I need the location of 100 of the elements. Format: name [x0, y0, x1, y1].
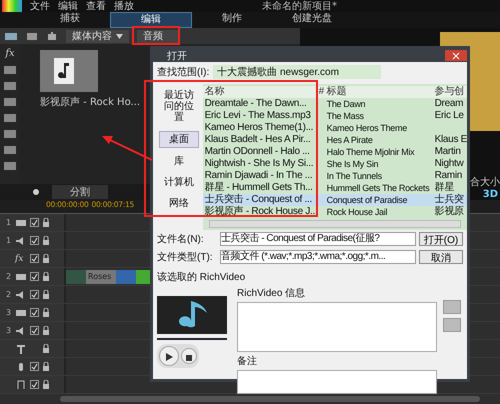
lock-icon[interactable] [42, 290, 50, 300]
notes-field[interactable] [237, 370, 437, 394]
3d-button[interactable]: 3D [482, 189, 500, 200]
file-row[interactable]: Dreamtale - The Dawn... The Dawn Dream [202, 98, 467, 110]
play-button[interactable] [159, 346, 179, 366]
track-number: 3 [6, 308, 12, 317]
mode-tab[interactable]: 捕获 [30, 12, 110, 28]
video-track-icon [15, 308, 27, 318]
play-icon[interactable] [165, 352, 173, 360]
video-clip[interactable]: Roses [66, 270, 116, 284]
lock-icon[interactable] [42, 218, 50, 228]
menu-item[interactable]: 文件 [30, 0, 50, 13]
category-dropdown[interactable]: 音频 [137, 30, 179, 42]
notes-label: 备注 [237, 354, 258, 368]
preview-label: 该选取的 RichVideo [156, 270, 246, 284]
track-checkbox[interactable] [30, 308, 39, 317]
track-checkbox[interactable] [30, 380, 39, 389]
look-in-label: 查找范围(I): [157, 66, 210, 79]
film-icon[interactable] [4, 31, 18, 41]
place-item[interactable]: 桌面 [159, 131, 199, 148]
file-row[interactable]: 士兵突击 - Conquest of ... Conquest of Paradise 士兵突 [202, 194, 467, 206]
lock-icon[interactable] [42, 254, 50, 264]
file-row[interactable]: Ramin Djawadi - In The ... In The Tunnels Ramin [202, 170, 467, 182]
effect-icon[interactable] [30, 187, 42, 197]
caret-icon[interactable] [116, 34, 123, 38]
file-row[interactable]: Martin ODonnell - Halo ... Halo Theme Mjolnir Mix Martin [202, 146, 467, 158]
column-header[interactable]: 参与创 [434, 86, 467, 98]
column-header[interactable]: # [318, 86, 327, 98]
fit-size-dropdown[interactable]: 合大小 [470, 175, 500, 189]
video-track-icon [15, 272, 27, 282]
annotation-box [132, 26, 180, 45]
filter-dropdown[interactable]: 媒体内容 [66, 30, 129, 42]
tool-icon[interactable] [3, 145, 17, 155]
close-button[interactable] [445, 50, 467, 61]
file-row[interactable]: Eric Levi - The Mass.mp3 The Mass Eric Le [202, 110, 467, 122]
window-title: 未命名的新项目* [262, 0, 337, 12]
place-item[interactable]: 网络 [159, 196, 199, 211]
file-name-label: 文件名(N): [157, 232, 205, 246]
lock-icon[interactable] [42, 344, 50, 354]
transition-clip[interactable] [116, 270, 136, 284]
track-checkbox[interactable] [30, 236, 39, 245]
tool-icon[interactable] [3, 113, 17, 123]
track-checkbox[interactable] [30, 272, 39, 281]
close-icon[interactable] [452, 52, 460, 60]
column-header[interactable]: 标题 [326, 86, 435, 98]
tool-icon[interactable] [3, 161, 17, 171]
file-row[interactable]: Klaus Badelt - Hes A Pir... Hes A Pirate Klaus E [202, 134, 467, 146]
tool-icon[interactable] [3, 81, 17, 91]
tool-icon[interactable] [3, 129, 17, 139]
mode-tab[interactable]: 编辑 [110, 12, 192, 28]
split-button[interactable]: 分割 [52, 185, 108, 199]
look-in-dropdown[interactable]: 十大震撼歌曲 newsger.com [213, 65, 382, 79]
app-logo-icon [2, 0, 22, 12]
lock-icon[interactable] [42, 362, 50, 372]
stop-button[interactable] [181, 348, 197, 364]
lock-icon[interactable] [42, 326, 50, 336]
lock-icon[interactable] [42, 308, 50, 318]
annotation-arrow [102, 136, 152, 161]
place-item[interactable]: 最近访问的位置 [159, 88, 199, 125]
mode-tab[interactable]: 制作 [192, 12, 272, 28]
track-number: 3 [6, 326, 12, 335]
tool-icon[interactable] [3, 65, 17, 75]
lock-icon[interactable] [42, 272, 50, 282]
place-item[interactable]: 库 [159, 154, 199, 169]
file-row[interactable]: Kameo Heros Theme(1)... Kameo Heros Theme [202, 122, 467, 134]
open-button[interactable]: 打开(O) [419, 232, 463, 246]
track-checkbox[interactable] [30, 362, 39, 371]
music-file-thumbnail[interactable] [40, 50, 98, 92]
track-number: 1 [6, 236, 12, 245]
track-checkbox[interactable] [30, 326, 39, 335]
lock-icon[interactable] [42, 380, 50, 390]
place-item[interactable]: 计算机 [159, 175, 199, 190]
list-scrollbar[interactable] [208, 220, 461, 228]
title-track-icon [15, 344, 27, 354]
track-checkbox[interactable] [30, 218, 39, 227]
file-name-field[interactable]: 士兵突击 - Conquest of Paradise(征服? [220, 232, 416, 246]
media-label: 影视原声 - Rock Ho... [40, 96, 142, 109]
track-number: 2 [6, 272, 12, 281]
music-note-drawing [157, 296, 227, 334]
video-track-icon [15, 218, 27, 228]
info-label: RichVideo 信息 [237, 286, 306, 300]
menu-item[interactable]: 查看 [86, 0, 106, 13]
mode-tab[interactable]: 创建光盘 [272, 12, 352, 28]
column-header[interactable]: 名称 [204, 86, 313, 98]
menu-item[interactable]: 播放 [114, 0, 134, 13]
track-number: 2 [6, 290, 12, 299]
track-checkbox[interactable] [30, 254, 39, 263]
lock-icon[interactable] [42, 236, 50, 246]
file-row[interactable]: Nightwish - She Is My Si... She Is My Sin Nightw [202, 158, 467, 170]
track-number: 1 [6, 218, 12, 227]
file-type-dropdown[interactable]: 音频文件 (*.wav;*.mp3;*.wma;*.ogg;*.m... [220, 250, 416, 264]
effects-tool[interactable]: fx [5, 48, 15, 59]
file-type-label: 文件类型(T): [157, 250, 214, 264]
timeline-scrollbar[interactable] [60, 396, 480, 402]
track-checkbox[interactable] [30, 290, 39, 299]
tool-icon[interactable] [3, 97, 17, 107]
menu-item[interactable]: 编辑 [58, 0, 78, 13]
file-row[interactable]: 群星 - Hummell Gets Th... Hummell Gets The Rockets 群星 [202, 182, 467, 194]
cancel-button[interactable]: 取消 [419, 250, 463, 264]
dialog-title: 打开 [166, 50, 187, 62]
